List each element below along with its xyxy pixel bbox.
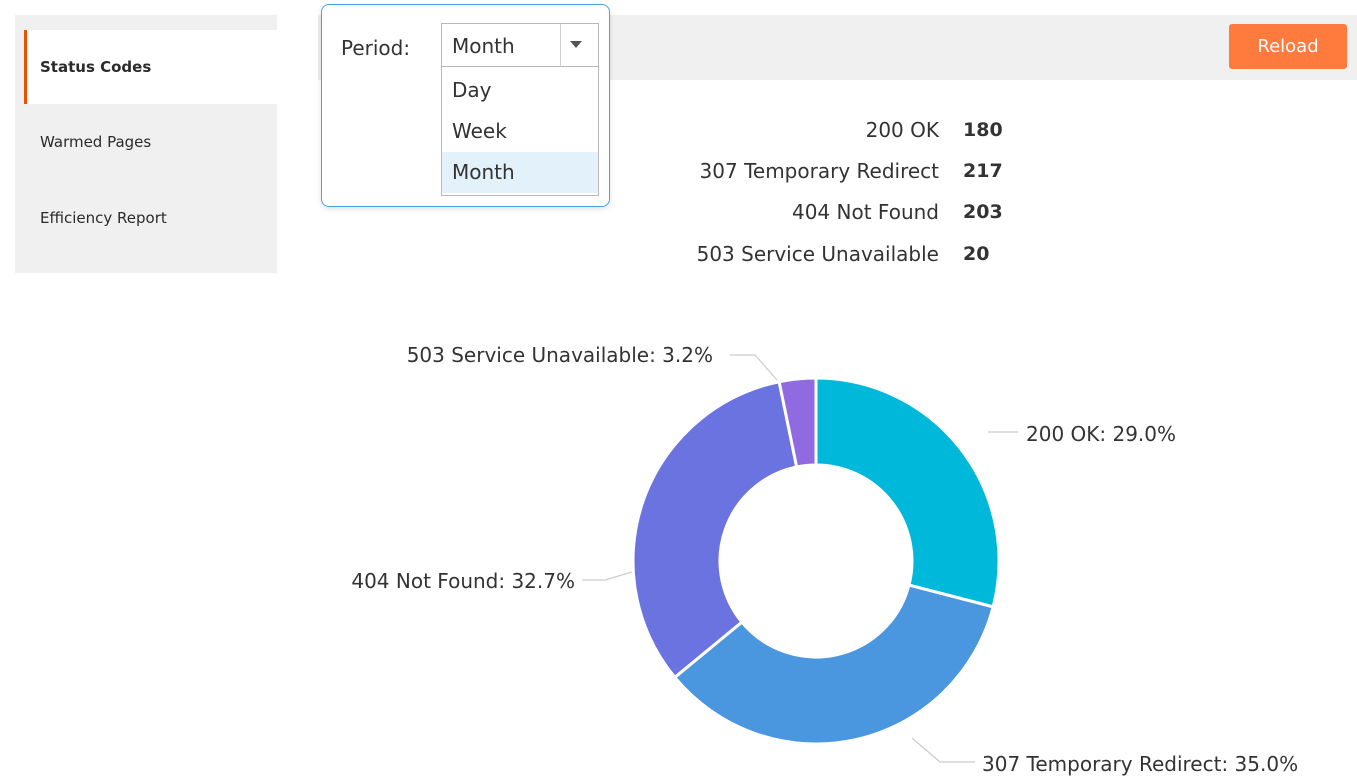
period-options-list: Day Week Month	[441, 67, 599, 196]
donut-slice-2[interactable]	[631, 379, 799, 680]
leader-line-3	[730, 354, 778, 381]
slice-label-2: 404 Not Found: 32.7%	[351, 569, 575, 593]
period-option-week[interactable]: Week	[442, 111, 598, 152]
period-option-month[interactable]: Month	[442, 152, 598, 193]
leader-line-1	[911, 737, 975, 763]
period-dropdown-panel: Period: Month Day Week Month	[321, 4, 610, 207]
slice-label-1: 307 Temporary Redirect: 35.0%	[982, 752, 1298, 776]
chevron-down-icon[interactable]	[570, 41, 582, 48]
leader-line-2	[582, 571, 633, 581]
status-codes-donut-chart: 200 OK: 29.0% 307 Temporary Redirect: 35.…	[351, 343, 1298, 776]
period-selected-value: Month	[452, 34, 515, 58]
slice-label-3: 503 Service Unavailable: 3.2%	[407, 343, 713, 367]
period-label: Period:	[341, 36, 411, 60]
period-select[interactable]: Month	[441, 23, 599, 67]
donut-slice-0[interactable]	[814, 376, 1001, 609]
slice-label-0: 200 OK: 29.0%	[1026, 422, 1176, 446]
select-divider	[560, 24, 561, 66]
period-option-day[interactable]: Day	[442, 70, 598, 111]
